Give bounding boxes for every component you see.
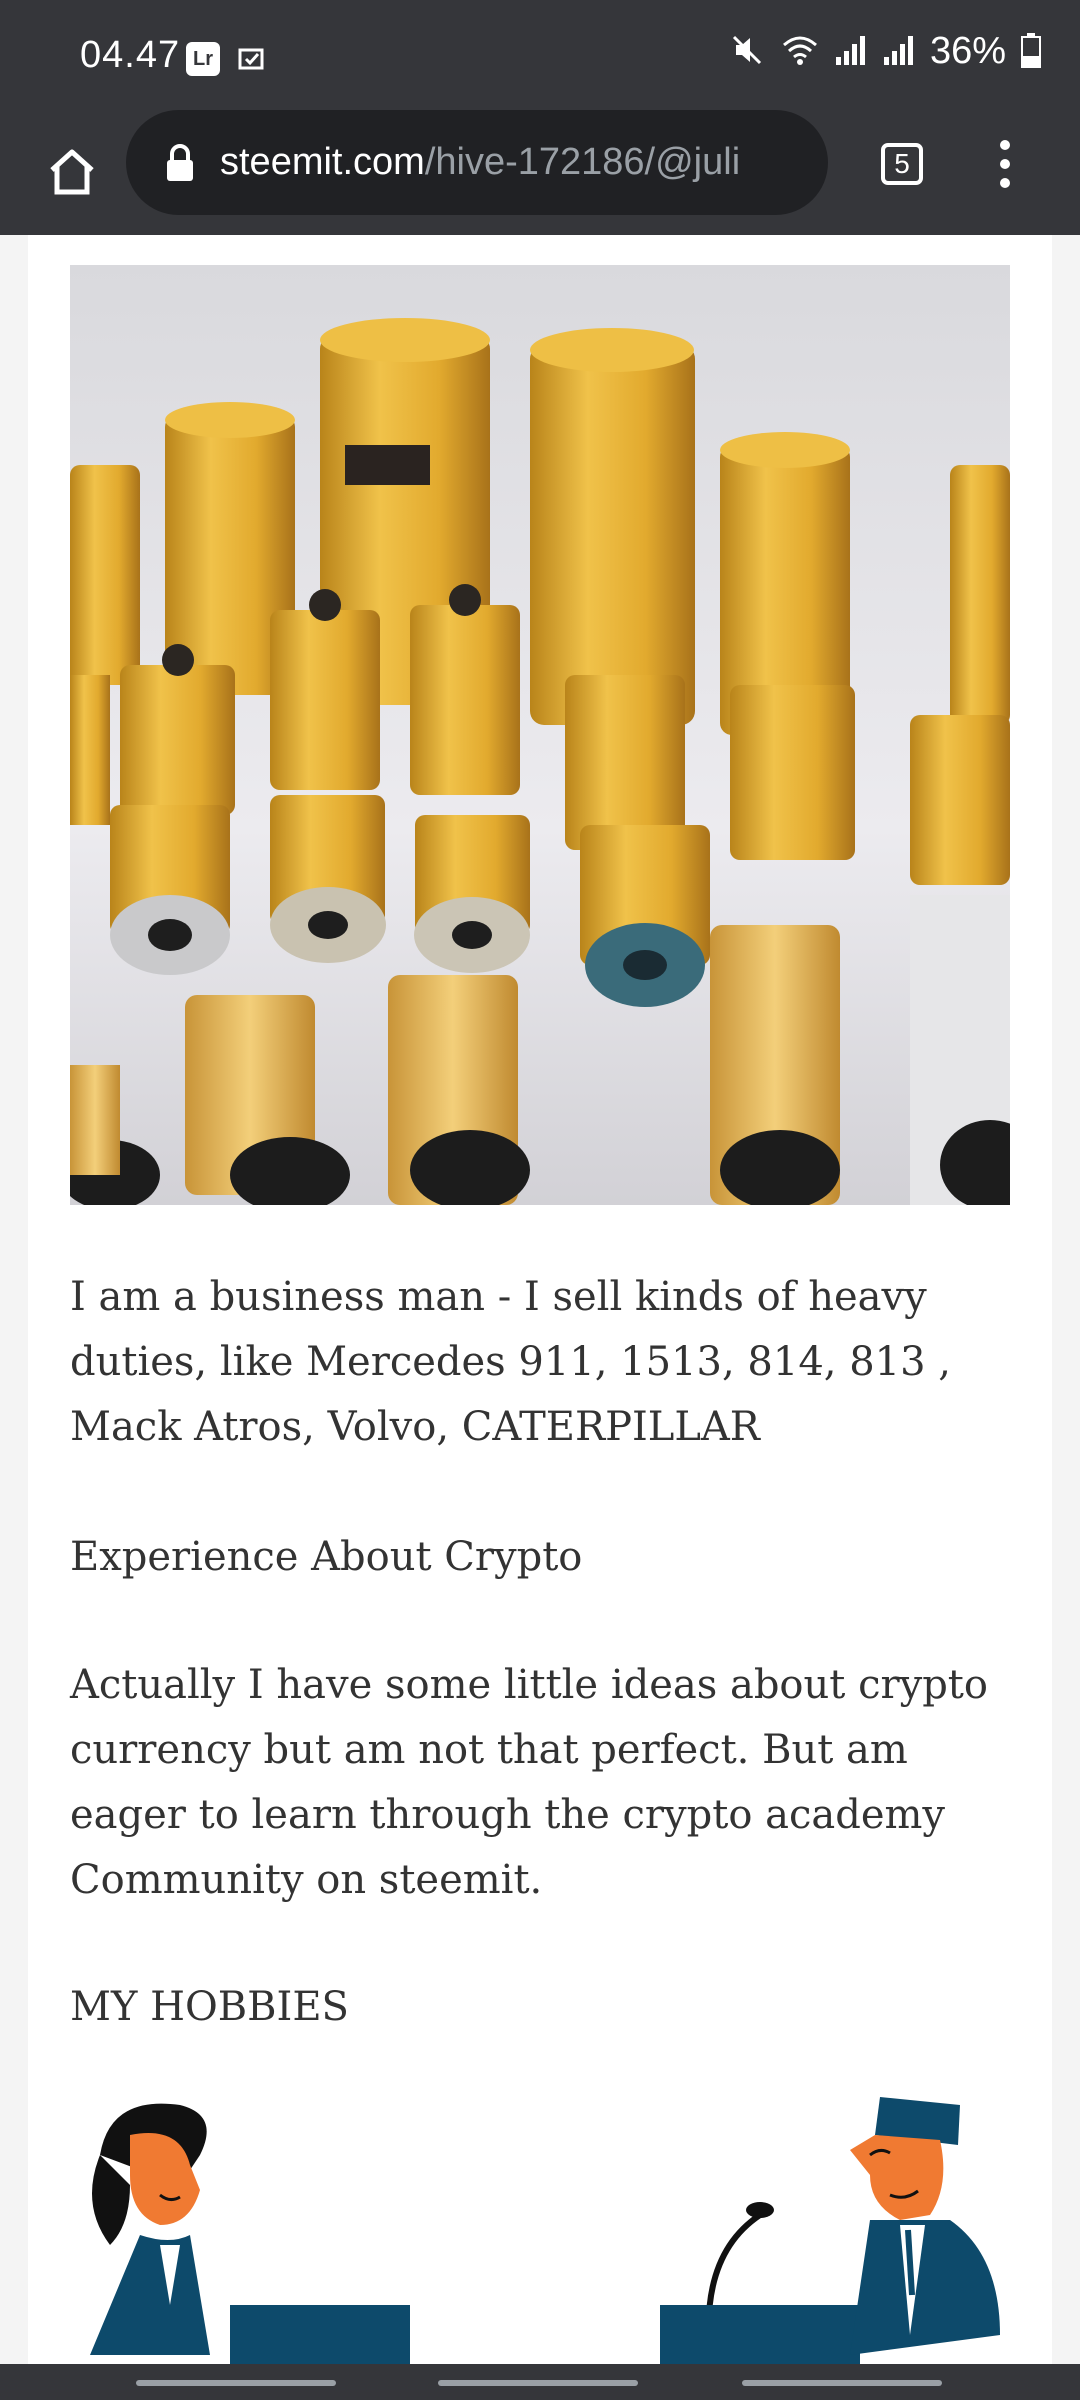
heading-crypto-experience: Experience About Crypto: [70, 1534, 583, 1580]
nav-handle[interactable]: [136, 2380, 336, 2386]
heading-hobbies: MY HOBBIES: [70, 1984, 349, 2030]
more-vert-icon[interactable]: [985, 128, 1025, 200]
nav-handle[interactable]: [742, 2380, 942, 2386]
post-content: I am a business man - I sell kinds of he…: [28, 235, 1052, 2375]
battery-percentage: 36%: [929, 30, 1006, 72]
home-icon[interactable]: [32, 132, 112, 212]
paragraph-crypto: Actually I have some little ideas about …: [70, 1662, 988, 1903]
post-image[interactable]: [70, 265, 1010, 1205]
wifi-icon: [780, 31, 820, 73]
notification-icon: [232, 40, 272, 80]
status-bar: 04.47 Lr 36%: [0, 0, 1080, 110]
battery-icon: [1020, 32, 1042, 72]
lightroom-icon: Lr: [186, 42, 220, 76]
lock-icon[interactable]: [162, 141, 198, 185]
url-path: /hive-172186/@juli: [424, 141, 741, 183]
paragraph-business: I am a business man - I sell kinds of he…: [70, 1274, 951, 1450]
address-bar[interactable]: steemit.com/hive-172186/@juli: [126, 110, 828, 215]
url-text[interactable]: steemit.com/hive-172186/@juli: [220, 141, 810, 184]
status-time: 04.47: [80, 34, 181, 76]
hobbies-illustration: [70, 2095, 1010, 2375]
signal-icon: [834, 31, 868, 73]
browser-toolbar: steemit.com/hive-172186/@juli 5: [0, 110, 1080, 235]
nav-handle[interactable]: [438, 2380, 638, 2386]
mute-icon: [728, 31, 766, 73]
url-domain: steemit.com: [220, 141, 425, 183]
signal-icon: [882, 31, 916, 73]
system-nav-bar: [0, 2364, 1080, 2400]
tabs-icon: 5: [881, 143, 923, 185]
tab-switcher-button[interactable]: 5: [872, 134, 932, 194]
